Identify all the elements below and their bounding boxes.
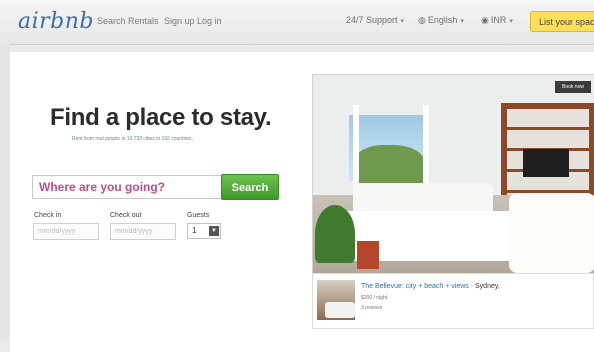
listing-title-line: The Bellevue: city + beach + views · Syd…	[361, 283, 500, 290]
currency-dropdown[interactable]: ◉ INR ▾	[481, 15, 513, 26]
currency-icon: ◉	[481, 15, 489, 25]
photo-television	[523, 149, 569, 177]
hero-tagline: Rent from real people in 19,733 cities i…	[72, 136, 193, 142]
chevron-down-icon: ▾	[509, 18, 513, 25]
search-button[interactable]: Search	[221, 174, 279, 200]
language-label: English	[427, 15, 458, 25]
list-your-space-button[interactable]: List your space	[530, 11, 594, 32]
check-out-date-field[interactable]: mm/dd/yyyy	[110, 223, 176, 240]
photo-sofa-side	[509, 193, 594, 273]
listing-title-link[interactable]: The Bellevue: city + beach + views	[361, 283, 469, 290]
nav-sign-up[interactable]: Sign up	[164, 16, 195, 26]
nav-log-in[interactable]: Log in	[197, 16, 222, 26]
thumbnail-sofa	[325, 302, 355, 318]
listing-price: $200 / night	[361, 295, 388, 301]
photo-pot	[357, 241, 379, 269]
page-headline: Find a place to stay.	[50, 104, 272, 131]
language-dropdown[interactable]: ◍ English ▾	[418, 15, 464, 26]
top-navigation-bar: airbnb Search Rentals Sign up Log in 24/…	[0, 0, 594, 45]
photo-plant	[315, 205, 355, 263]
guests-select[interactable]: 1 ▼	[187, 223, 221, 239]
check-in-date-field[interactable]: mm/dd/yyyy	[33, 223, 99, 240]
chevron-down-icon: ▾	[400, 18, 405, 25]
support-dropdown[interactable]: 24/7 Support ▾	[346, 15, 404, 25]
check-out-label: Check out	[110, 212, 142, 219]
chevron-down-icon: ▾	[460, 18, 464, 25]
page-edge	[0, 44, 10, 340]
photo-trees	[355, 145, 425, 185]
featured-listing-card[interactable]: The Bellevue: city + beach + views · Syd…	[312, 273, 594, 329]
nav-search-rentals[interactable]: Search Rentals	[97, 16, 159, 26]
listing-reviews[interactable]: 3 reviews	[361, 305, 382, 311]
globe-icon: ◍	[418, 15, 426, 25]
photo-tag-badge[interactable]: Book now	[555, 81, 591, 93]
support-label: 24/7 Support	[346, 15, 398, 25]
guests-value: 1	[192, 226, 197, 235]
chevron-down-icon: ▼	[209, 226, 219, 236]
destination-search-input[interactable]: Where are you going?	[32, 175, 222, 199]
airbnb-logo[interactable]: airbnb	[18, 9, 94, 34]
check-in-label: Check in	[34, 212, 62, 219]
listing-location: · Sydney,	[470, 283, 500, 290]
listing-thumbnail[interactable]	[317, 280, 355, 320]
currency-label: INR	[490, 15, 507, 25]
guests-label: Guests	[187, 212, 210, 219]
featured-listing-photo[interactable]: Book now	[312, 74, 594, 274]
